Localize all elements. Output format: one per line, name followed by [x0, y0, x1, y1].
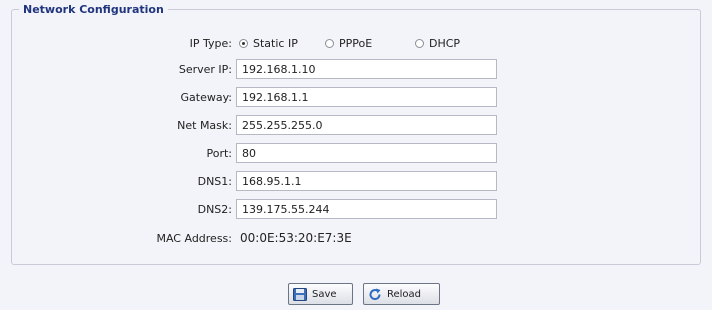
panel-title: Network Configuration — [19, 3, 168, 16]
floppy-disk-icon — [293, 287, 307, 301]
server-ip-row: Server IP: — [0, 59, 712, 81]
reload-button[interactable]: Reload — [363, 283, 440, 305]
radio-dhcp-label: DHCP — [429, 37, 461, 50]
save-button-label: Save — [312, 288, 337, 300]
dns1-label: DNS1: — [197, 175, 232, 188]
gateway-row: Gateway: — [0, 87, 712, 109]
dns2-row: DNS2: — [0, 199, 712, 221]
mac-address-value: 00:0E:53:20:E7:3E — [240, 231, 352, 245]
radio-dot-icon — [325, 39, 334, 48]
port-label: Port: — [206, 147, 232, 160]
mac-address-label: MAC Address: — [156, 232, 232, 245]
radio-dot-selected-icon — [239, 39, 248, 48]
net-mask-row: Net Mask: — [0, 115, 712, 137]
radio-static-ip[interactable]: Static IP — [239, 37, 298, 50]
ip-type-row: IP Type: Static IP PPPoE DHCP — [0, 33, 712, 55]
ip-type-label: IP Type: — [189, 37, 232, 50]
dns2-label: DNS2: — [197, 203, 232, 216]
reload-button-label: Reload — [387, 288, 422, 300]
gateway-label: Gateway: — [180, 91, 233, 104]
radio-dhcp[interactable]: DHCP — [415, 37, 460, 50]
dns1-row: DNS1: — [0, 171, 712, 193]
net-mask-label: Net Mask: — [177, 119, 232, 132]
radio-pppoe-label: PPPoE — [339, 37, 373, 50]
dns2-input[interactable] — [236, 199, 497, 219]
save-button[interactable]: Save — [288, 283, 353, 305]
dns1-input[interactable] — [236, 171, 497, 191]
radio-static-ip-label: Static IP — [253, 37, 298, 50]
net-mask-input[interactable] — [236, 115, 497, 135]
server-ip-input[interactable] — [236, 59, 497, 79]
radio-dot-icon — [415, 39, 424, 48]
mac-address-row: MAC Address: 00:0E:53:20:E7:3E — [0, 228, 712, 250]
server-ip-label: Server IP: — [178, 63, 232, 76]
radio-pppoe[interactable]: PPPoE — [325, 37, 372, 50]
reload-icon — [368, 288, 382, 301]
port-row: Port: — [0, 143, 712, 165]
port-input[interactable] — [236, 143, 497, 163]
gateway-input[interactable] — [236, 87, 497, 107]
